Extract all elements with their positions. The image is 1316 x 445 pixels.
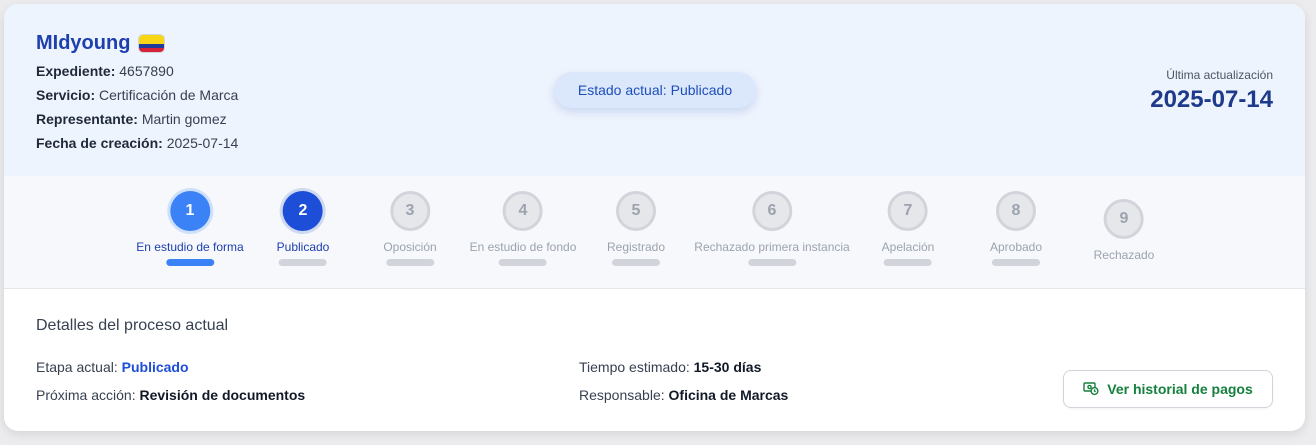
step-8: 8 Aprobado — [990, 191, 1042, 266]
step-label: Oposición — [383, 240, 437, 254]
detail-etapa: Etapa actual: Publicado — [36, 359, 189, 375]
step-progress-bar — [884, 259, 932, 266]
payment-history-button[interactable]: Ver historial de pagos — [1063, 370, 1273, 408]
meta-label: Fecha de creación: — [36, 135, 163, 151]
last-update: Última actualización 2025-07-14 — [1150, 68, 1273, 114]
step-label: Rechazado — [1093, 248, 1155, 262]
detail-value: Publicado — [121, 359, 189, 375]
status-label: Estado actual: — [577, 82, 667, 98]
brand-name: MIdyoung — [36, 32, 131, 54]
step-7: 7 Apelación — [881, 191, 935, 266]
step-progress-bar — [747, 259, 796, 266]
step-number: 7 — [888, 191, 928, 231]
step-label: En estudio de fondo — [469, 240, 577, 254]
meta-label: Servicio: — [36, 87, 96, 103]
file-meta: Expediente: 4657890 Servicio: Certificac… — [36, 62, 238, 158]
meta-value: Martin gomez — [141, 111, 227, 127]
meta-value: Certificación de Marca — [99, 87, 239, 103]
step-4: 4 En estudio de fondo — [469, 191, 577, 266]
step-number: 8 — [995, 191, 1036, 231]
header-section: MIdyoung Expediente: 4657890 Servicio: C… — [4, 4, 1305, 176]
step-6: 6 Rechazado primera instancia — [694, 191, 850, 266]
step-label: Publicado — [276, 240, 330, 254]
detail-label: Próxima acción: — [36, 387, 136, 403]
process-stepper: 1 En estudio de forma 2 Publicado 3 Opos… — [4, 176, 1305, 288]
step-progress-bar — [166, 259, 214, 266]
step-label: Apelación — [881, 240, 935, 254]
detail-label: Tiempo estimado: — [579, 359, 690, 375]
detail-value: Revisión de documentos — [139, 387, 306, 403]
meta-expediente: Expediente: 4657890 — [36, 62, 238, 86]
meta-servicio: Servicio: Certificación de Marca — [36, 86, 238, 110]
detail-label: Responsable: — [579, 387, 665, 403]
step-number: 5 — [616, 191, 656, 231]
step-number: 2 — [283, 191, 323, 231]
payment-history-label: Ver historial de pagos — [1107, 381, 1253, 397]
detail-value: Oficina de Marcas — [668, 387, 789, 403]
detail-responsable: Responsable: Oficina de Marcas — [579, 387, 788, 403]
step-label: Rechazado primera instancia — [694, 240, 850, 254]
last-update-date: 2025-07-14 — [1150, 86, 1273, 113]
step-2: 2 Publicado — [276, 191, 330, 266]
meta-fecha-creacion: Fecha de creación: 2025-07-14 — [36, 134, 238, 158]
step-label: En estudio de forma — [136, 240, 244, 254]
step-number: 1 — [170, 191, 210, 231]
details-section: Detalles del proceso actual Etapa actual… — [4, 288, 1305, 431]
step-3: 3 Oposición — [383, 191, 437, 266]
status-value: Publicado — [670, 82, 733, 98]
step-number: 6 — [751, 191, 792, 231]
process-card: MIdyoung Expediente: 4657890 Servicio: C… — [4, 4, 1305, 431]
detail-label: Etapa actual: — [36, 359, 118, 375]
step-progress-bar — [386, 259, 434, 266]
step-progress-bar — [991, 259, 1040, 266]
status-badge: Estado actual: Publicado — [554, 72, 756, 108]
meta-value: 2025-07-14 — [166, 135, 239, 151]
colombia-flag-icon — [138, 34, 166, 53]
meta-label: Expediente: — [36, 63, 116, 79]
step-5: 5 Registrado — [607, 191, 665, 266]
step-9: 9 Rechazado — [1093, 199, 1155, 262]
detail-value: 15-30 días — [693, 359, 762, 375]
meta-value: 4657890 — [119, 63, 174, 79]
last-update-label: Última actualización — [1166, 68, 1273, 82]
money-history-icon — [1083, 380, 1099, 399]
step-progress-bar — [279, 259, 327, 266]
detail-tiempo: Tiempo estimado: 15-30 días — [579, 359, 761, 375]
step-progress-bar — [498, 259, 547, 266]
step-number: 3 — [390, 191, 430, 231]
details-title: Detalles del proceso actual — [36, 317, 229, 334]
meta-label: Representante: — [36, 111, 138, 127]
step-number: 4 — [502, 191, 543, 231]
step-1: 1 En estudio de forma — [136, 191, 244, 266]
detail-proxima-accion: Próxima acción: Revisión de documentos — [36, 387, 305, 403]
brand: MIdyoung — [36, 32, 166, 55]
meta-representante: Representante: Martin gomez — [36, 110, 238, 134]
step-progress-bar — [612, 259, 660, 266]
step-label: Registrado — [606, 240, 666, 254]
step-number: 9 — [1104, 199, 1144, 239]
step-label: Aprobado — [989, 240, 1043, 254]
